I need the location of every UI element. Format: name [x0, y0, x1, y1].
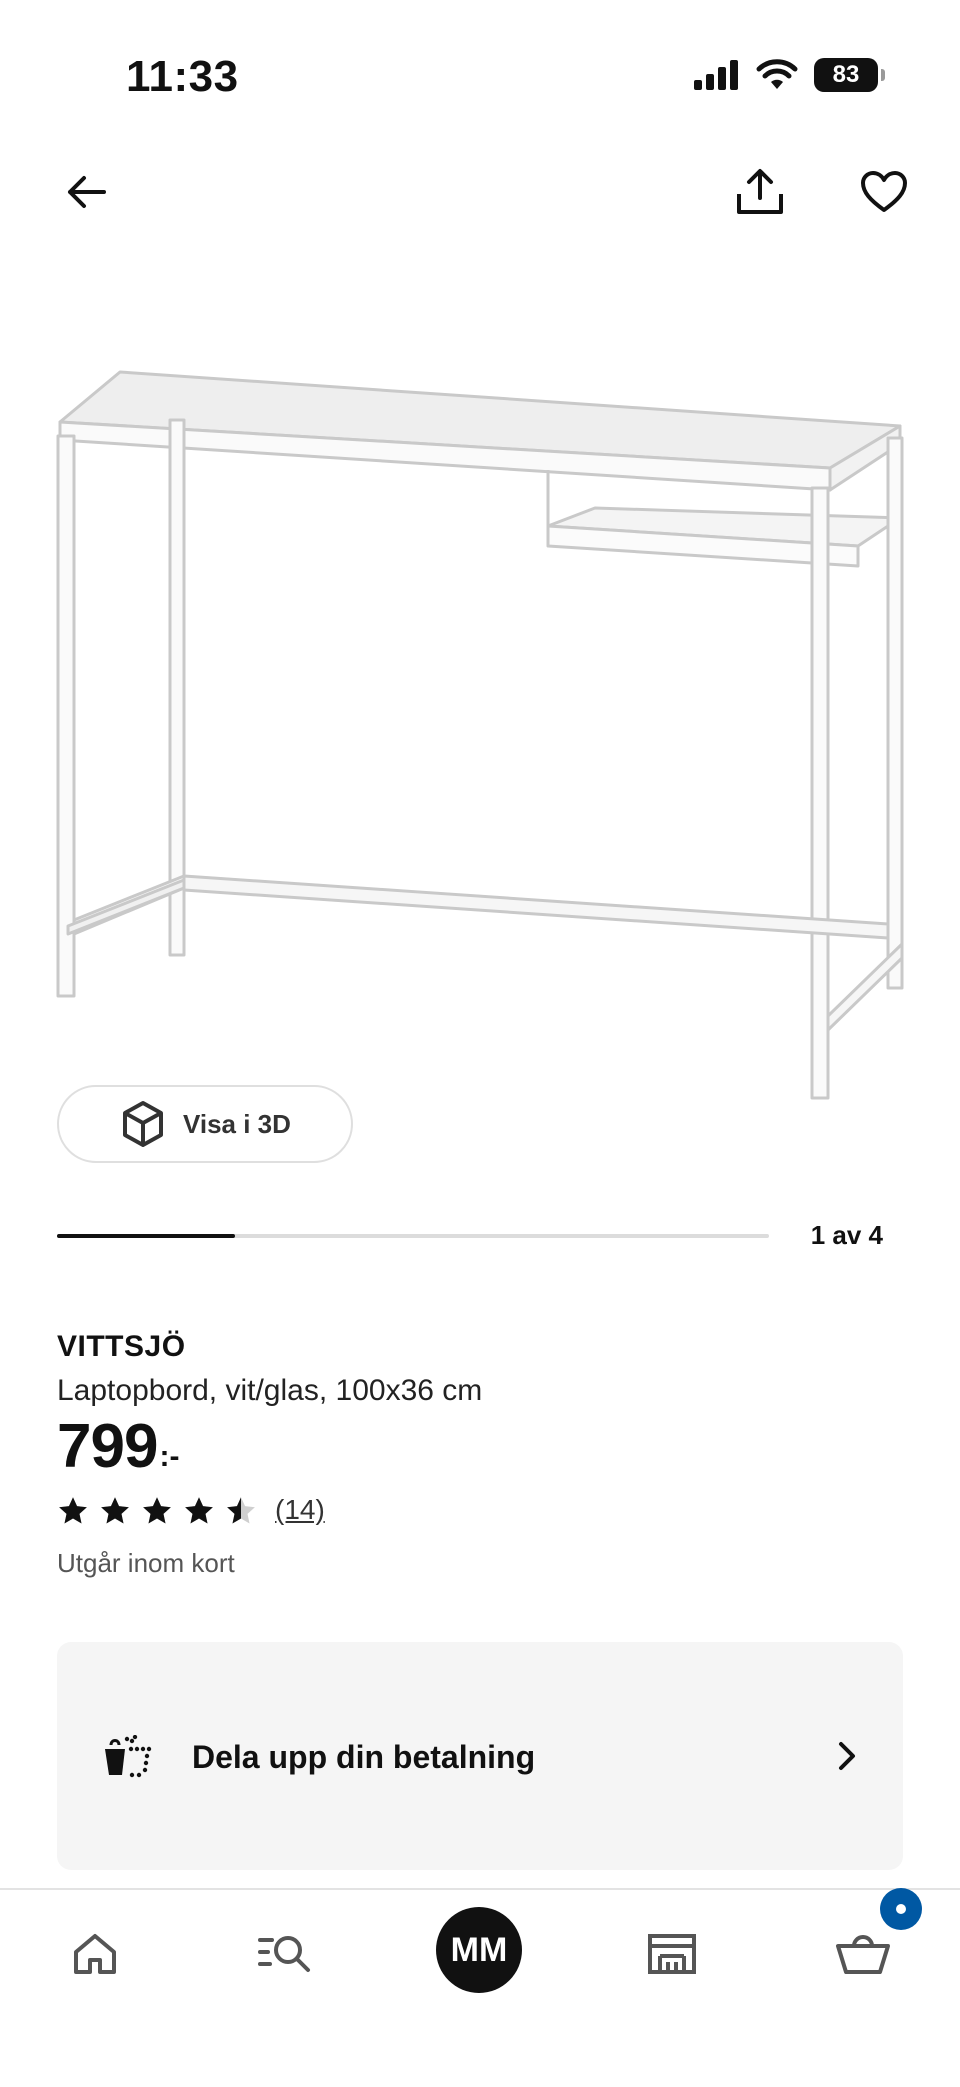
- carousel-track[interactable]: [57, 1234, 769, 1238]
- carousel-position: 1 av 4: [810, 1220, 883, 1250]
- payment-split-icon: [105, 1735, 152, 1778]
- review-count-link[interactable]: (14): [275, 1494, 325, 1526]
- status-time: 11:33: [126, 52, 239, 101]
- carousel-progress: [57, 1234, 235, 1238]
- wifi-icon: [756, 59, 798, 89]
- price-suffix: :-: [159, 1440, 180, 1473]
- bottom-tab-bar: MM: [0, 1888, 960, 2087]
- share-icon: [737, 169, 783, 214]
- status-icons: 83: [694, 58, 885, 92]
- status-bar: 11:33 83: [0, 0, 960, 120]
- back-arrow-icon: [68, 176, 106, 208]
- store-icon: [648, 1934, 696, 1974]
- image-carousel-indicator: 1 av 4: [57, 1220, 883, 1256]
- share-button[interactable]: [728, 160, 792, 224]
- star-icon: [101, 1497, 129, 1524]
- tab-stores[interactable]: [632, 1914, 712, 1994]
- product-rating[interactable]: (14): [57, 1494, 903, 1526]
- top-nav: [0, 140, 960, 240]
- product-price: 799 :-: [57, 1416, 903, 1478]
- availability-status: Utgår inom kort: [57, 1548, 235, 1578]
- product-info: VITTSJÖ Laptopbord, vit/glas, 100x36 cm …: [57, 1330, 903, 1579]
- tab-profile-avatar[interactable]: MM: [436, 1907, 522, 1993]
- cart-icon: [836, 1935, 890, 1974]
- cube-icon: [123, 1101, 163, 1147]
- product-name: VITTSJÖ: [57, 1330, 186, 1363]
- back-button[interactable]: [54, 160, 118, 224]
- view-3d-label: Visa i 3D: [183, 1108, 291, 1139]
- product-description: Laptopbord, vit/glas, 100x36 cm: [57, 1374, 483, 1407]
- price-integer: 799: [57, 1412, 158, 1481]
- split-payment-card[interactable]: Dela upp din betalning: [57, 1642, 903, 1870]
- product-image[interactable]: [40, 340, 920, 1120]
- tab-search[interactable]: [246, 1914, 326, 1994]
- tab-home[interactable]: [55, 1914, 135, 1994]
- split-payment-label: Dela upp din betalning: [192, 1739, 536, 1775]
- heart-icon: [861, 171, 907, 212]
- view-3d-button[interactable]: Visa i 3D: [57, 1085, 353, 1163]
- cart-badge-dot: [896, 1904, 906, 1914]
- star-icon: [227, 1497, 255, 1524]
- favorite-button[interactable]: [852, 160, 916, 224]
- cart-badge: [880, 1888, 922, 1930]
- rating-stars: [57, 1495, 257, 1525]
- star-icon: [59, 1497, 87, 1524]
- battery-level: 83: [832, 61, 860, 88]
- search-list-icon: [258, 1936, 310, 1972]
- chevron-right-icon: [839, 1742, 855, 1770]
- battery-icon: 83: [814, 58, 885, 92]
- star-icon: [185, 1497, 213, 1524]
- signal-icon: [694, 60, 738, 90]
- home-icon: [74, 1934, 116, 1974]
- star-icon: [143, 1497, 171, 1524]
